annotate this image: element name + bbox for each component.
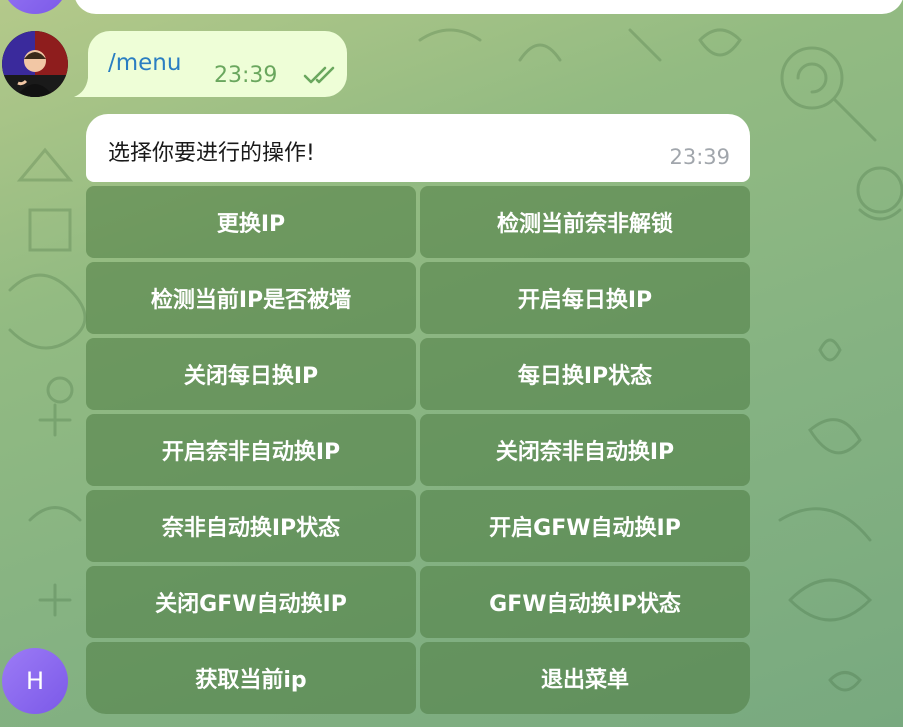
keyboard-button-exit-menu[interactable]: 退出菜单 [420, 642, 750, 714]
bot-avatar-initial: H [25, 667, 45, 695]
inline-keyboard: 更换IP 检测当前奈非解锁 检测当前IP是否被墙 开启每日换IP 关闭每日换IP… [86, 186, 750, 714]
bot-avatar[interactable]: H [2, 648, 68, 714]
keyboard-button-enable-netflix-auto-ip[interactable]: 开启奈非自动换IP [86, 414, 416, 486]
outgoing-message-time: 23:39 [214, 63, 278, 88]
keyboard-button-check-ip-blocked[interactable]: 检测当前IP是否被墙 [86, 262, 416, 334]
previous-message-bubble [74, 0, 903, 14]
keyboard-button-disable-netflix-auto-ip[interactable]: 关闭奈非自动换IP [420, 414, 750, 486]
keyboard-button-disable-gfw-auto-ip[interactable]: 关闭GFW自动换IP [86, 566, 416, 638]
keyboard-button-disable-daily-ip-change[interactable]: 关闭每日换IP [86, 338, 416, 410]
incoming-message-time: 23:39 [669, 145, 730, 169]
incoming-message-text: 选择你要进行的操作! [108, 141, 315, 166]
keyboard-button-change-ip[interactable]: 更换IP [86, 186, 416, 258]
user-avatar-image [2, 31, 68, 97]
keyboard-button-daily-ip-change-status[interactable]: 每日换IP状态 [420, 338, 750, 410]
keyboard-button-enable-daily-ip-change[interactable]: 开启每日换IP [420, 262, 750, 334]
keyboard-button-netflix-auto-ip-status[interactable]: 奈非自动换IP状态 [86, 490, 416, 562]
outgoing-message-text: /menu [108, 50, 182, 76]
outgoing-message-bubble[interactable]: /menu 23:39 [88, 31, 347, 97]
keyboard-button-check-netflix-unlock[interactable]: 检测当前奈非解锁 [420, 186, 750, 258]
incoming-message-bubble[interactable]: 选择你要进行的操作! 23:39 [86, 114, 750, 182]
keyboard-button-gfw-auto-ip-status[interactable]: GFW自动换IP状态 [420, 566, 750, 638]
double-check-icon [303, 66, 335, 84]
keyboard-button-enable-gfw-auto-ip[interactable]: 开启GFW自动换IP [420, 490, 750, 562]
user-avatar[interactable] [2, 31, 68, 97]
keyboard-button-get-current-ip[interactable]: 获取当前ip [86, 642, 416, 714]
